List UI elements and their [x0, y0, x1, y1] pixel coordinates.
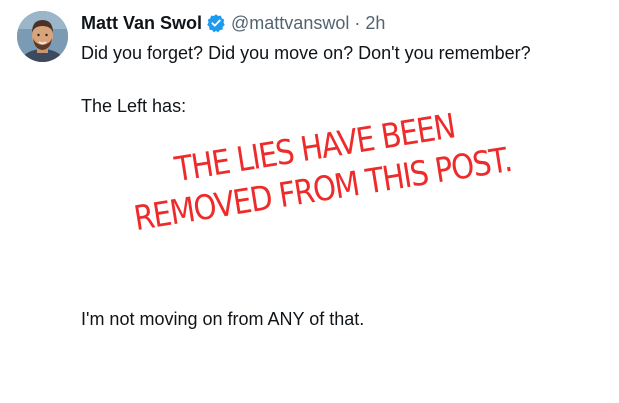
avatar-image [17, 11, 68, 62]
tweet-card: Matt Van Swol @mattvanswol · 2h Did you … [0, 0, 619, 403]
author-handle[interactable]: @mattvanswol [231, 13, 349, 34]
author-name[interactable]: Matt Van Swol [81, 13, 202, 34]
removed-overlay-stamp: THE LIES HAVE BEEN REMOVED FROM THIS POS… [125, 98, 514, 240]
post-timestamp[interactable]: 2h [365, 13, 385, 34]
tweet-header: Matt Van Swol @mattvanswol · 2h [81, 11, 385, 35]
avatar[interactable] [17, 11, 68, 62]
tweet-text-line-2: The Left has: [81, 96, 187, 116]
tweet-text-line-1: Did you forget? Did you move on? Don't y… [81, 43, 531, 63]
verified-badge-icon [206, 13, 226, 33]
tweet-text-line-3: I'm not moving on from ANY of that. [81, 309, 365, 329]
separator-dot: · [354, 12, 361, 33]
